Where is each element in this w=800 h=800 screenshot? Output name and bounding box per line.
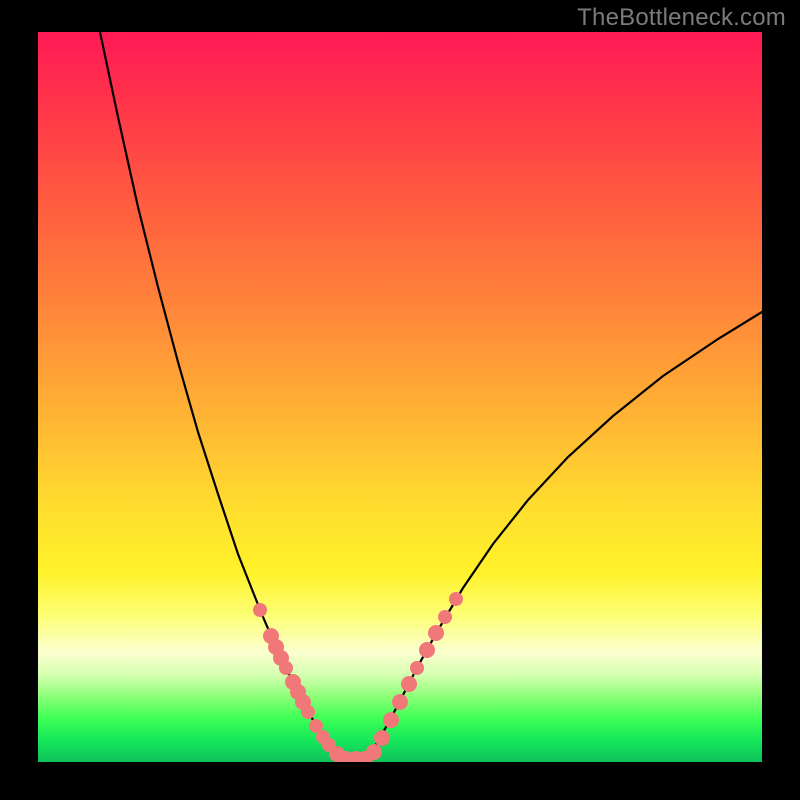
marker-dot — [301, 705, 315, 719]
marker-dot — [410, 661, 424, 675]
right-branch-curve — [368, 312, 762, 758]
marker-dot — [449, 592, 463, 606]
marker-dot — [438, 610, 452, 624]
chart-svg — [38, 32, 762, 762]
marker-dot — [401, 676, 417, 692]
marker-dot — [366, 744, 382, 760]
chart-frame: TheBottleneck.com — [0, 0, 800, 800]
marker-dot — [392, 694, 408, 710]
marker-dot — [383, 712, 399, 728]
watermark-text: TheBottleneck.com — [577, 4, 786, 32]
marker-dot — [279, 661, 293, 675]
plot-area — [38, 32, 762, 762]
marker-dot — [253, 603, 267, 617]
marker-dot — [374, 730, 390, 746]
marker-dot — [419, 642, 435, 658]
highlight-markers — [253, 592, 463, 762]
left-branch-curve — [100, 32, 341, 758]
marker-dot — [428, 625, 444, 641]
